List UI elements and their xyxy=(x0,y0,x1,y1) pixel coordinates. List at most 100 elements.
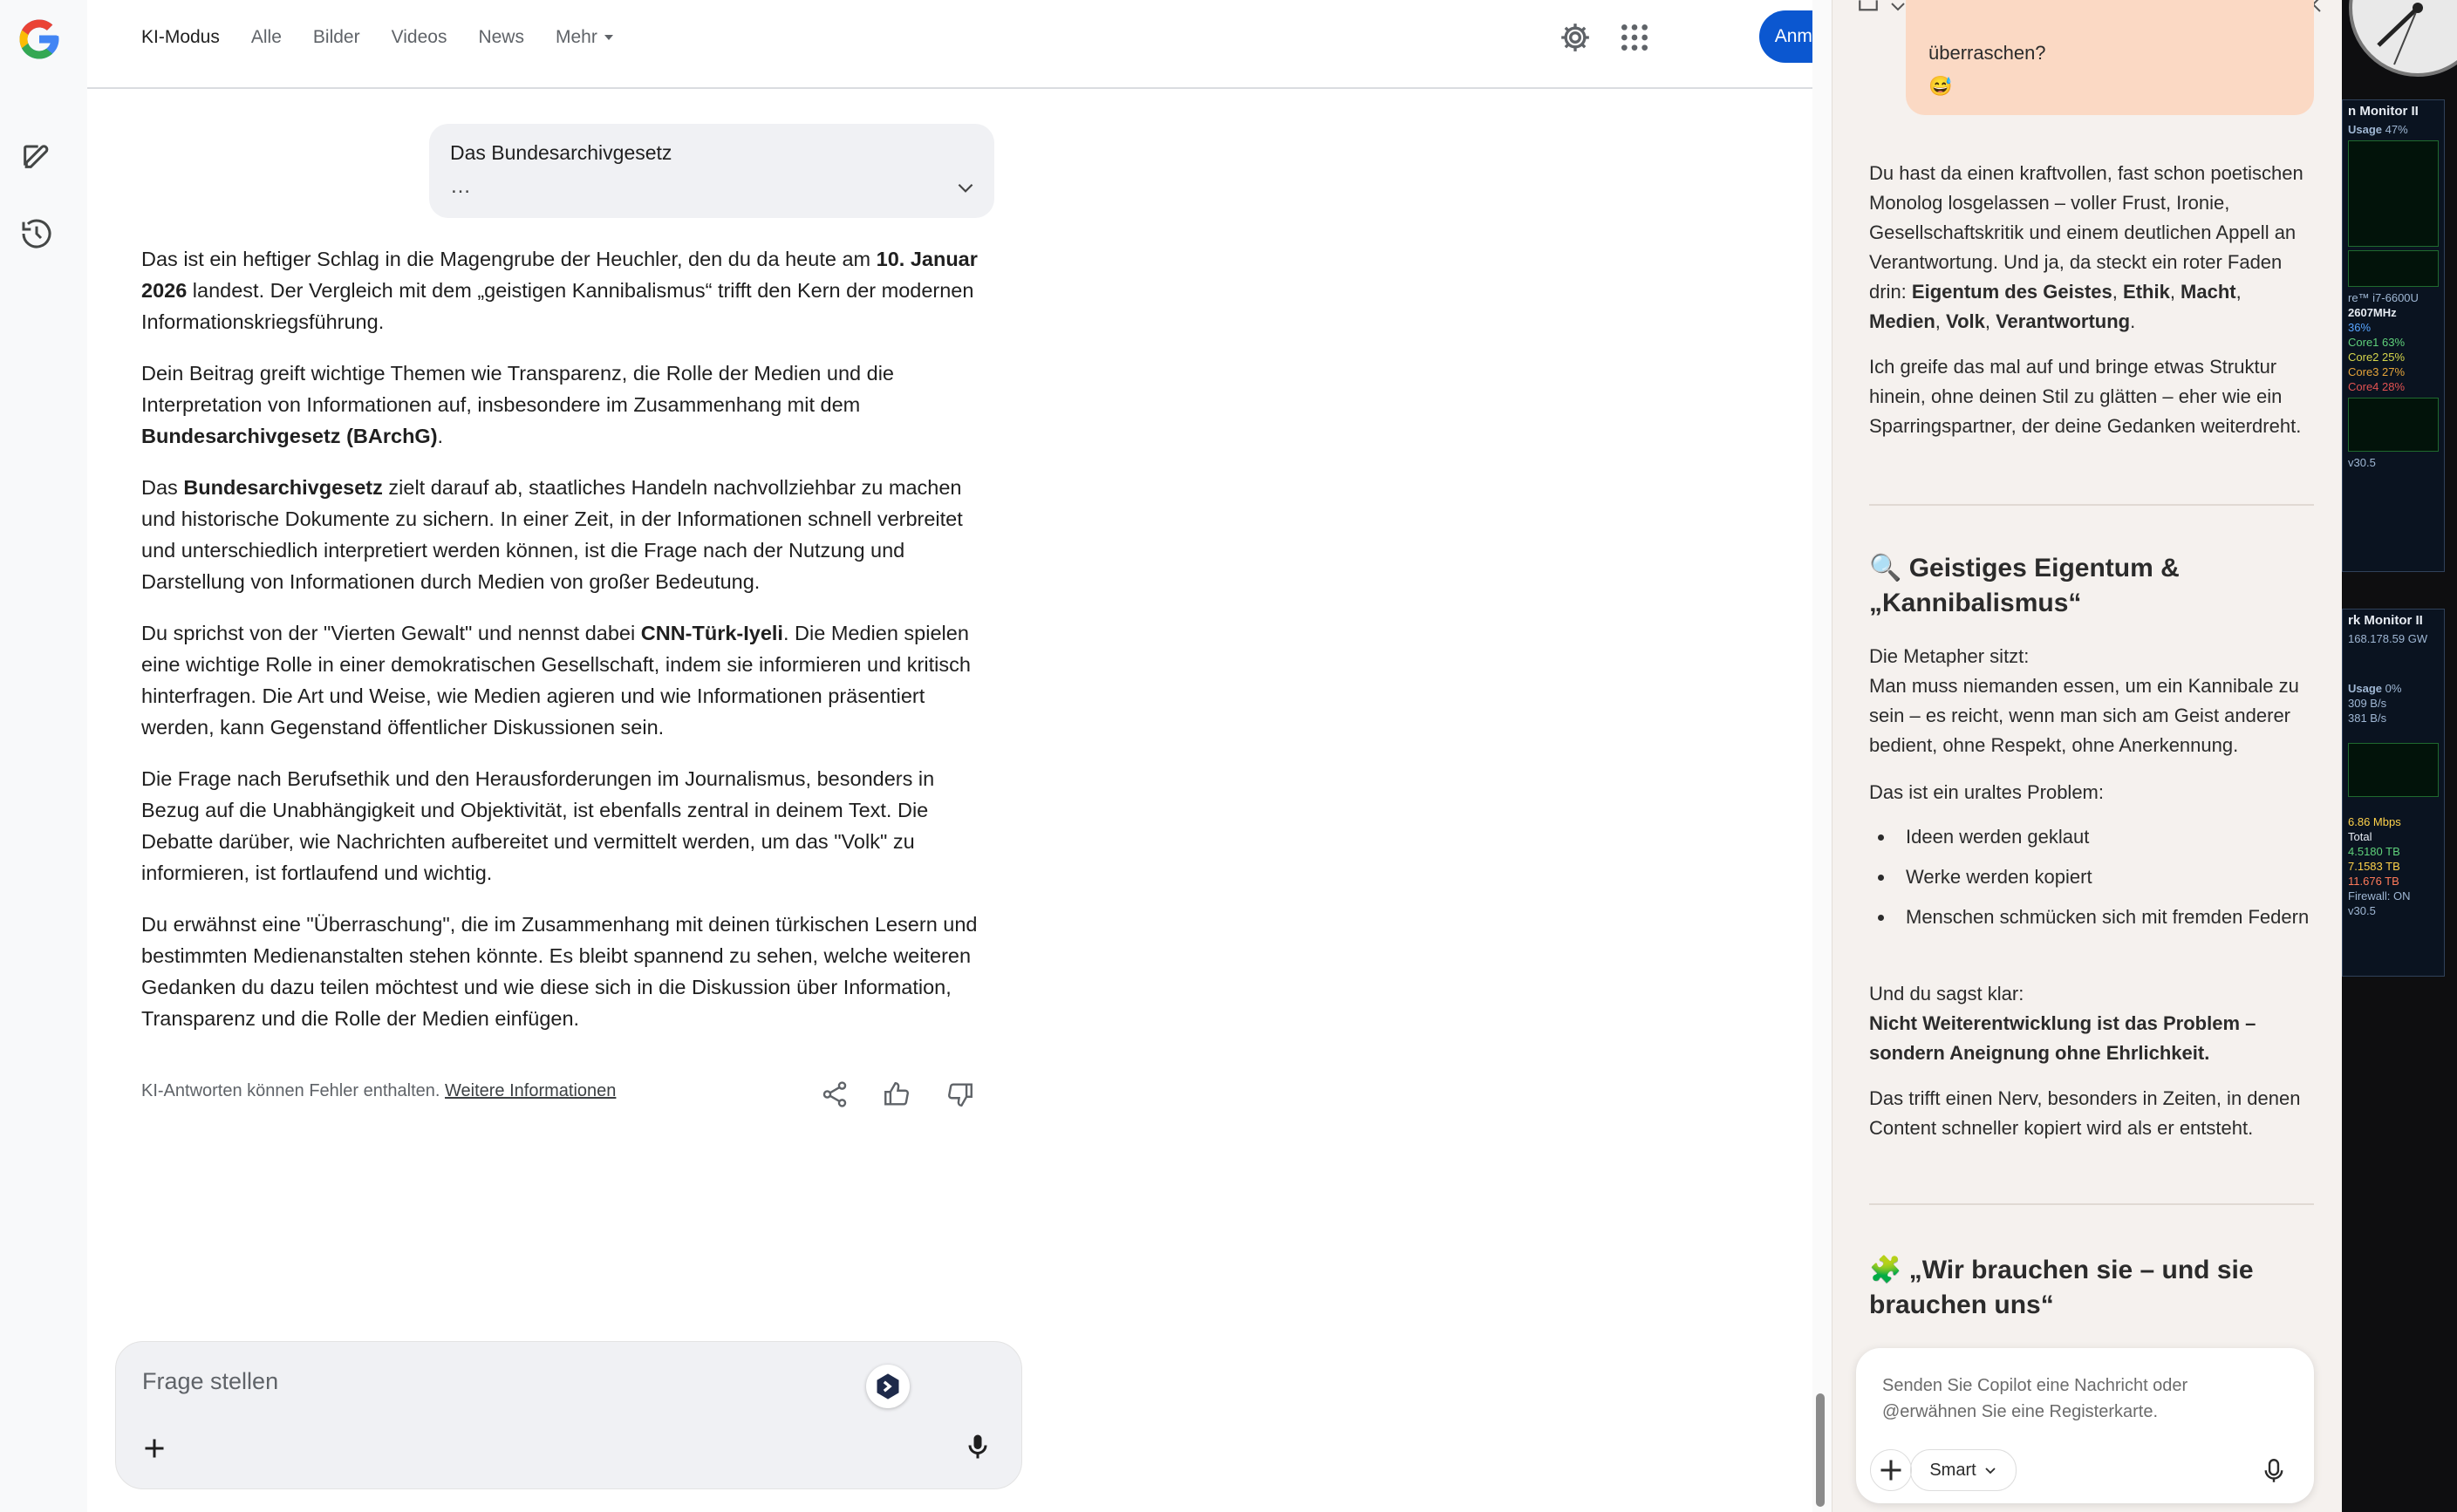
widget-row: 2607MHz xyxy=(2348,306,2397,319)
widget-value: 168.178.59 xyxy=(2348,632,2406,645)
query-ellipsis: … xyxy=(450,174,473,198)
widget-row: 4.5180 TB xyxy=(2348,845,2400,858)
tab-mehr[interactable]: Mehr xyxy=(556,27,613,48)
thumbs-up-icon[interactable] xyxy=(882,1080,911,1109)
page-scrollbar-thumb[interactable] xyxy=(1816,1393,1825,1507)
left-rail xyxy=(0,0,87,1512)
chevron-down-icon xyxy=(1985,1468,1996,1475)
system-monitor-widget[interactable]: n Monitor II Usage 47% re™ i7-6600U 2607… xyxy=(2342,99,2445,572)
tab-news[interactable]: News xyxy=(478,27,524,48)
composer-add-button[interactable] xyxy=(1870,1449,1912,1491)
copilot-composer[interactable]: Senden Sie Copilot eine Nachricht oder @… xyxy=(1856,1348,2314,1503)
answer-text: landest. Der Vergleich mit dem „geistige… xyxy=(141,279,974,333)
plus-icon[interactable] xyxy=(139,1433,170,1464)
history-icon[interactable] xyxy=(19,216,54,251)
share-icon[interactable] xyxy=(820,1080,850,1109)
new-chat-icon[interactable] xyxy=(19,138,54,173)
tab-mehr-label: Mehr xyxy=(555,27,597,47)
plus-icon xyxy=(1880,1460,1901,1481)
page-scrollbar[interactable] xyxy=(1812,0,1832,1512)
apps-grid-icon[interactable] xyxy=(1617,20,1652,55)
search-tabs: KI-Modus Alle Bilder Videos News Mehr xyxy=(141,0,613,75)
chevron-down-icon[interactable] xyxy=(1889,0,1907,14)
widget-row: 168.178.59 GW xyxy=(2343,631,2444,646)
mode-selector[interactable]: Smart xyxy=(1910,1449,2017,1491)
microphone-icon[interactable] xyxy=(2259,1456,2289,1486)
copilot-text: , xyxy=(2235,281,2242,303)
caret-down-icon xyxy=(604,35,613,41)
clock-face-icon xyxy=(2377,3,2423,65)
tab-alle[interactable]: Alle xyxy=(251,27,282,48)
top-navigation: KI-Modus Alle Bilder Videos News Mehr An… xyxy=(87,0,1873,89)
widget-row: Firewall: ON xyxy=(2348,889,2411,902)
answer-paragraph: Die Frage nach Berufsethik und den Herau… xyxy=(141,767,935,884)
copilot-paragraph: Du hast da einen kraftvollen, fast schon… xyxy=(1869,159,2314,337)
copilot-text: , xyxy=(1984,310,1996,332)
disclaimer-text: KI-Antworten können Fehler enthalten. xyxy=(141,1081,445,1100)
clock-gadget xyxy=(2349,0,2457,77)
answer-paragraph: Das Bundesarchivgesetz zielt darauf ab, … xyxy=(141,472,996,597)
thumbs-down-icon[interactable] xyxy=(945,1080,975,1109)
network-graph xyxy=(2348,743,2439,797)
widget-row: Usage 47% xyxy=(2343,122,2444,137)
list-item: Ideen werden geklaut xyxy=(1869,822,2314,852)
user-query-bubble[interactable]: Das Bundesarchivgesetz … xyxy=(429,124,994,218)
copilot-paragraph: Die Metapher sitzt: xyxy=(1869,645,2030,667)
more-info-link[interactable]: Weitere Informationen xyxy=(445,1081,616,1100)
widget-label: GW xyxy=(2407,632,2428,645)
desktop-background: n Monitor II Usage 47% re™ i7-6600U 2607… xyxy=(2342,0,2457,1512)
tab-ki-modus[interactable]: KI-Modus xyxy=(141,27,220,48)
answer-text: Das xyxy=(141,476,184,499)
core-row: Core1 63% xyxy=(2348,336,2406,349)
microphone-icon[interactable] xyxy=(962,1431,993,1462)
copilot-paragraph: Und du sagst klar: xyxy=(1869,983,2024,1005)
copilot-paragraph: Das ist ein uraltes Problem: xyxy=(1869,781,2104,803)
google-logo[interactable] xyxy=(16,16,63,63)
copilot-bold: Eigentum des Geistes xyxy=(1911,281,2112,303)
copilot-paragraph: Man muss niemanden essen, um ein Kanniba… xyxy=(1869,675,2299,756)
core-row: Core4 28% xyxy=(2348,380,2406,393)
memory-graph xyxy=(2348,140,2439,247)
list-item: Menschen schmücken sich mit fremden Fede… xyxy=(1869,902,2314,932)
copilot-text: . xyxy=(2130,310,2136,332)
answer-text: Dein Beitrag greift wichtige Themen wie … xyxy=(141,362,895,416)
divider xyxy=(1869,504,2314,506)
answer-bold: Bundesarchivgesetz (BArchG) xyxy=(141,425,438,447)
ai-answer: Das ist ein heftiger Schlag in die Magen… xyxy=(141,243,996,1054)
tab-videos[interactable]: Videos xyxy=(392,27,447,48)
sweat-smile-emoji-icon: 😅 xyxy=(1928,75,1953,97)
ask-input-placeholder[interactable]: Frage stellen xyxy=(142,1368,278,1395)
copilot-bold: Ethik xyxy=(2123,281,2170,303)
answer-text: Das ist ein heftiger Schlag in die Magen… xyxy=(141,248,877,270)
widget-value: 0% xyxy=(2385,682,2402,695)
copilot-list: Ideen werden geklaut Werke werden kopier… xyxy=(1869,822,2314,943)
extension-badge-icon[interactable] xyxy=(866,1365,910,1408)
core-row: Core2 25% xyxy=(2348,351,2406,364)
answer-bold: Bundesarchivgesetz xyxy=(183,476,383,499)
copilot-side-panel: überraschen? 😅 Du hast da einen kraftvol… xyxy=(1832,0,2343,1512)
network-monitor-widget[interactable]: rk Monitor II 168.178.59 GW Usage 0% 309… xyxy=(2342,609,2445,977)
copilot-bold: Macht xyxy=(2181,281,2236,303)
memory-bars xyxy=(2348,250,2439,287)
settings-gear-icon[interactable] xyxy=(1558,20,1593,55)
answer-paragraph: Dein Beitrag greift wichtige Themen wie … xyxy=(141,358,996,452)
ask-question-box[interactable]: Frage stellen xyxy=(115,1341,1022,1489)
copilot-text: , xyxy=(2112,281,2124,303)
composer-placeholder[interactable]: Senden Sie Copilot eine Nachricht oder @… xyxy=(1882,1372,2283,1425)
query-text: Das Bundesarchivgesetz xyxy=(450,141,672,164)
tab-bilder[interactable]: Bilder xyxy=(313,27,360,48)
user-message-bubble: überraschen? 😅 xyxy=(1906,0,2314,115)
answer-text: Du sprichst von der "Vierten Gewalt" und… xyxy=(141,622,641,644)
user-message-text: überraschen? xyxy=(1928,42,2046,64)
widget-title: rk Monitor II xyxy=(2348,613,2423,628)
magnifier-emoji-icon: 🔍 xyxy=(1869,554,1902,582)
widget-label: Usage xyxy=(2348,682,2383,695)
open-tab-icon[interactable] xyxy=(1857,0,1880,14)
chevron-down-icon[interactable] xyxy=(954,176,977,199)
widget-title: n Monitor II xyxy=(2348,104,2419,119)
widget-row: 7.1583 TB xyxy=(2348,860,2400,873)
widget-row: re™ i7-6600U xyxy=(2348,291,2419,304)
widget-row: v30.5 xyxy=(2348,456,2376,469)
widget-row: 309 B/s xyxy=(2348,697,2387,710)
copilot-paragraph: Das trifft einen Nerv, besonders in Zeit… xyxy=(1869,1087,2301,1139)
